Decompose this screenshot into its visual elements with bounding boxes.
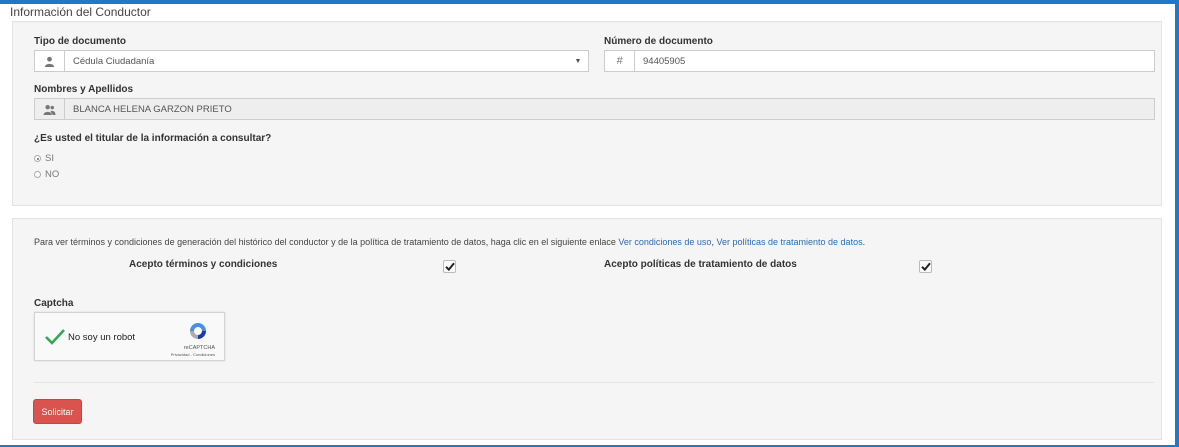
- radio-si[interactable]: SI: [34, 153, 54, 164]
- accept-policies-checkbox[interactable]: [919, 260, 932, 273]
- terms-description: Para ver términos y condiciones de gener…: [34, 237, 616, 247]
- doc-number-input[interactable]: # 94405905: [604, 50, 1155, 72]
- doc-type-select[interactable]: Cédula Ciudadanía ▼: [34, 50, 589, 72]
- checkmark-icon: [920, 262, 931, 271]
- hash-icon: #: [605, 51, 635, 71]
- holder-question: ¿Es usted el titular de la información a…: [34, 133, 272, 144]
- window-right-border: [1175, 0, 1179, 447]
- data-policies-link[interactable]: Ver políticas de tratamiento de datos: [716, 237, 862, 247]
- names-input[interactable]: BLANCA HELENA GARZON PRIETO: [34, 98, 1155, 120]
- accept-terms-label: Acepto términos y condiciones: [129, 259, 278, 270]
- terms-end: .: [862, 237, 866, 247]
- recaptcha-brand: reCAPTCHA: [183, 345, 215, 351]
- user-icon: [35, 51, 65, 71]
- divider: [34, 382, 1154, 383]
- terms-of-use-link[interactable]: Ver condiciones de uso: [618, 237, 711, 247]
- radio-si-control[interactable]: [34, 155, 41, 162]
- recaptcha-widget[interactable]: No soy un robot reCAPTCHA Privacidad - C…: [34, 312, 225, 361]
- captcha-text: No soy un robot: [68, 332, 136, 343]
- radio-no-control[interactable]: [34, 171, 41, 178]
- names-value: BLANCA HELENA GARZON PRIETO: [73, 103, 232, 115]
- users-icon: [35, 99, 65, 119]
- accept-policies-label: Acepto políticas de tratamiento de datos: [604, 259, 797, 270]
- accept-terms-checkbox[interactable]: [443, 260, 456, 273]
- names-label: Nombres y Apellidos: [34, 84, 134, 95]
- section-title: Información del Conductor: [10, 5, 151, 19]
- checkmark-icon: [444, 262, 455, 271]
- doc-number-label: Número de documento: [604, 36, 713, 47]
- recaptcha-logo-icon: [190, 323, 206, 339]
- doc-type-value: Cédula Ciudadanía: [73, 55, 155, 67]
- captcha-label: Captcha: [34, 298, 74, 309]
- doc-number-value: 94405905: [643, 55, 686, 67]
- recaptcha-links[interactable]: Privacidad - Condiciones: [171, 352, 215, 357]
- terms-text: Para ver términos y condiciones de gener…: [34, 237, 865, 247]
- submit-button[interactable]: Solicitar: [33, 399, 82, 424]
- doc-type-label: Tipo de documento: [34, 36, 127, 47]
- terms-separator: ,: [711, 237, 714, 247]
- green-checkmark-icon[interactable]: [44, 328, 66, 345]
- radio-no-label: NO: [45, 169, 60, 180]
- radio-no[interactable]: NO: [34, 169, 59, 180]
- window-top-border: [0, 0, 1179, 4]
- chevron-down-icon: ▼: [574, 57, 582, 65]
- radio-si-label: SI: [45, 153, 54, 164]
